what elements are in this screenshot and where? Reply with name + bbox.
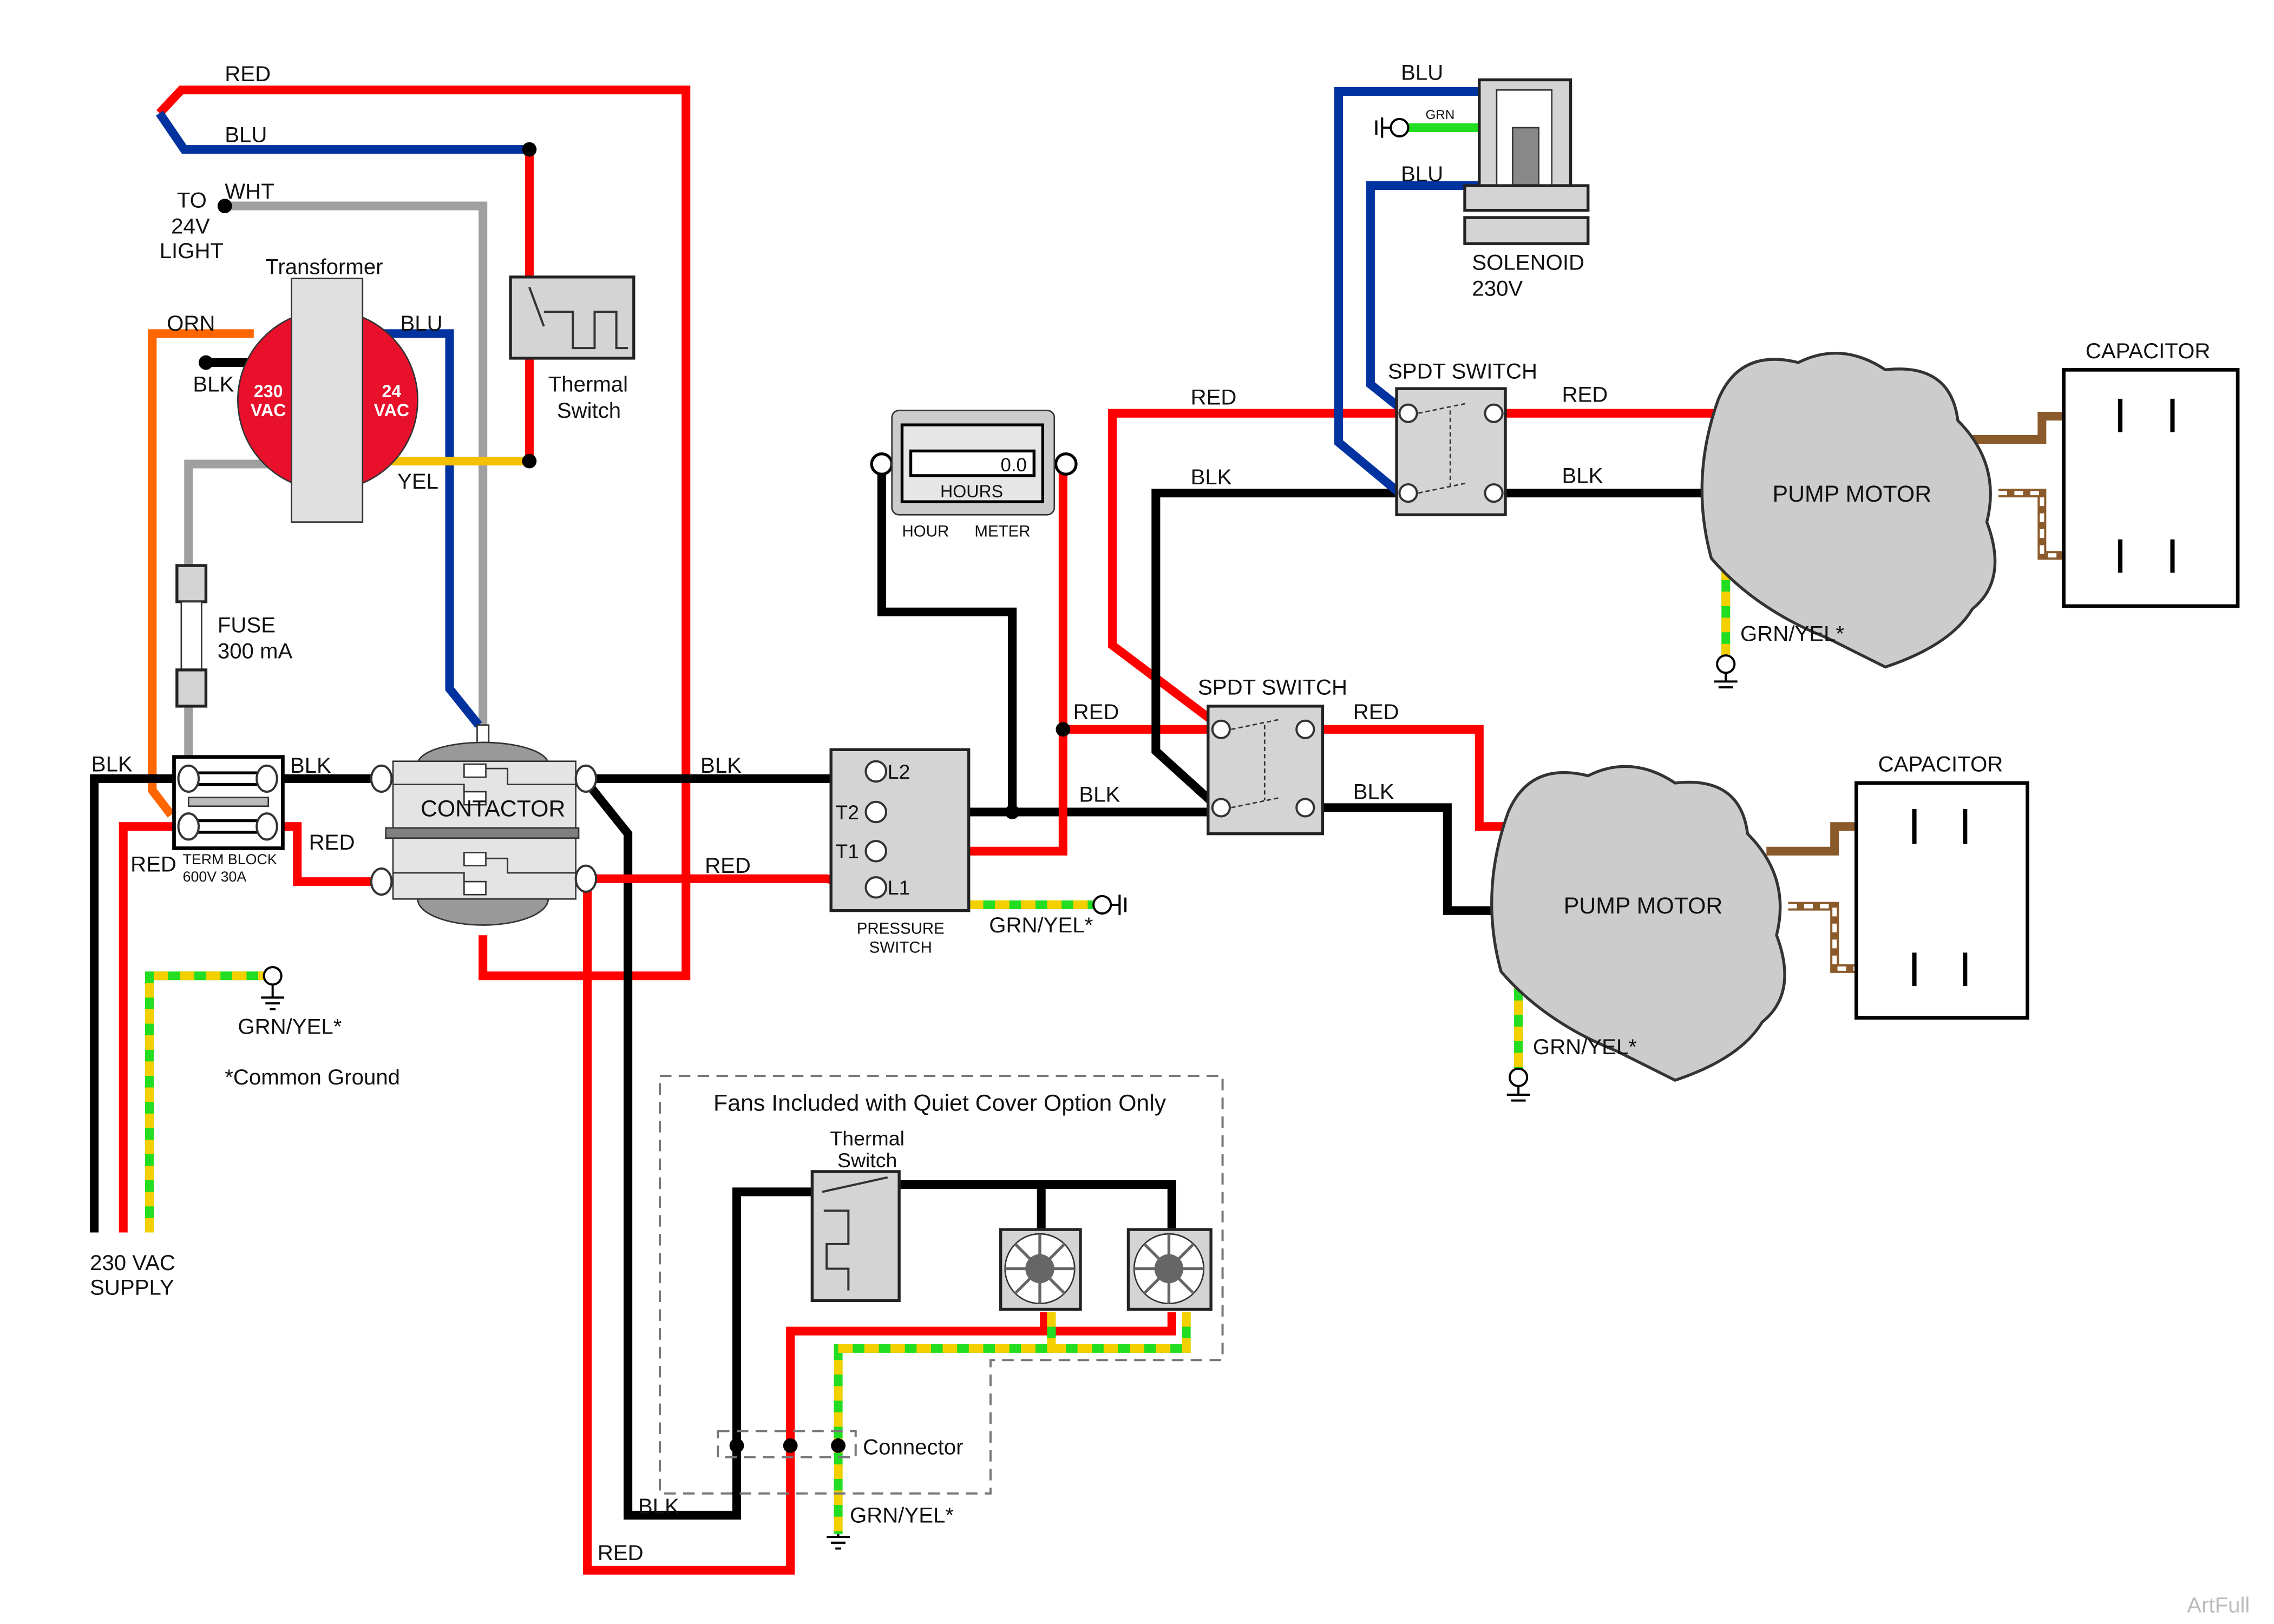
pump2-label: PUMP MOTOR — [1564, 893, 1723, 919]
ground-label: GRN/YEL* — [850, 1503, 954, 1527]
pump-motor-2: PUMP MOTOR — [1490, 765, 1786, 1082]
label: BLK — [91, 752, 133, 776]
ground-label: GRN/YEL* — [989, 913, 1093, 937]
solenoid-label: SOLENOID — [1472, 250, 1584, 274]
fan-icon — [999, 1228, 1082, 1311]
label: BLU — [400, 311, 442, 336]
wire-blu-top — [156, 110, 529, 154]
label: BLK — [1353, 779, 1394, 804]
label: GRN — [1426, 108, 1455, 122]
fans-option: Fans Included with Quiet Cover Option On… — [659, 1075, 1224, 1495]
ground-icon-fan — [827, 1534, 850, 1550]
fuse-label: FUSE — [218, 613, 276, 637]
label: BLK — [193, 372, 234, 397]
pressure-switch-label2: SWITCH — [869, 938, 932, 956]
terminal-l2: L2 — [888, 760, 910, 783]
ground-icon-m1 — [1714, 654, 1738, 689]
spdt2-label: SPDT SWITCH — [1198, 675, 1347, 699]
connector-label: Connector — [863, 1435, 963, 1459]
supply-label: 230 VAC — [90, 1251, 175, 1275]
label: BLU — [225, 123, 267, 147]
ground-icon-sol — [1375, 117, 1410, 138]
label: RED — [1562, 382, 1608, 406]
wire-blk-ct — [584, 774, 870, 1520]
label: YEL — [397, 469, 438, 494]
label: RED — [225, 62, 271, 86]
hour-meter-unit: HOURS — [940, 482, 1003, 501]
hour-meter-label1: HOUR — [902, 522, 949, 540]
fuse-rating: 300 mA — [218, 639, 293, 663]
label: BLU — [1401, 60, 1443, 84]
ground-label: GRN/YEL* — [238, 1014, 342, 1038]
label: RED — [1191, 385, 1237, 410]
capacitor-1: CAPACITOR — [2062, 339, 2240, 608]
pump1-label: PUMP MOTOR — [1772, 481, 1931, 507]
spdt1-label: SPDT SWITCH — [1388, 359, 1537, 383]
label: BLK — [1562, 463, 1603, 488]
wire-blk-sw2 — [1312, 803, 1497, 915]
label: BLK — [638, 1494, 679, 1518]
cap1-label: CAPACITOR — [2086, 339, 2211, 363]
fuse: FUSE 300 mA — [175, 564, 293, 708]
light-label: LIGHT — [160, 239, 224, 263]
label: WHT — [225, 179, 274, 203]
pressure-switch: L2 T2 T1 L1 PRESSURE SWITCH — [829, 748, 971, 956]
solenoid: SOLENOID 230V — [1463, 78, 1590, 301]
transformer-title: Transformer — [265, 255, 383, 279]
terminal-t2: T2 — [835, 801, 859, 824]
label: RED — [598, 1541, 644, 1565]
pump-motor-1: PUMP MOTOR — [1700, 352, 1997, 669]
solenoid-voltage: 230V — [1472, 277, 1523, 301]
contactor: CONTACTOR — [370, 724, 598, 926]
label: BLK — [1191, 465, 1232, 489]
fan-thermal-label: Thermal — [830, 1127, 905, 1150]
capacitor-2: CAPACITOR — [1854, 752, 2029, 1020]
primary-unit: VAC — [251, 400, 286, 420]
hour-meter-label2: METER — [974, 522, 1030, 540]
common-ground-note: *Common Ground — [225, 1065, 400, 1089]
fan-thermal-label2: Switch — [837, 1149, 897, 1172]
light-label: 24V — [171, 214, 210, 238]
label: RED — [705, 853, 751, 878]
term-block-label: TERM BLOCK — [183, 851, 277, 867]
cap2-label: CAPACITOR — [1878, 752, 2003, 776]
term-block: TERM BLOCK 600V 30A — [172, 755, 285, 885]
label: ORN — [167, 311, 215, 336]
secondary-voltage: 24 — [382, 382, 402, 401]
thermal-switch-label2: Switch — [557, 398, 621, 423]
label: RED — [309, 830, 355, 854]
label: BLK — [1079, 783, 1120, 807]
transformer: Transformer 230 VAC 24 VAC — [237, 255, 418, 523]
label: RED — [130, 852, 176, 876]
primary-voltage: 230 — [254, 382, 283, 401]
ground-icon-ps — [1092, 895, 1127, 915]
fan-icon — [1126, 1228, 1213, 1311]
thermal-switch-label: Thermal — [548, 372, 628, 397]
hour-meter-display: 0.0 — [1000, 455, 1026, 476]
ground-icon-m2 — [1506, 1067, 1530, 1102]
label: BLK — [290, 753, 331, 778]
ground-label: GRN/YEL* — [1533, 1035, 1637, 1059]
wiring-diagram: Transformer 230 VAC 24 VAC Thermal Switc… — [90, 60, 2250, 1617]
supply-label: SUPPLY — [90, 1275, 174, 1300]
wire-blk-fan — [892, 1180, 1176, 1230]
pressure-switch-label: PRESSURE — [857, 920, 945, 938]
watermark: ArtFull — [2187, 1593, 2250, 1617]
ground-label: GRN/YEL* — [1740, 621, 1844, 646]
ground-icon-main — [261, 966, 285, 1010]
terminal-l1: L1 — [888, 876, 910, 899]
light-label: TO — [177, 188, 207, 212]
hour-meter: 0.0 HOURS HOUR METER — [870, 410, 1078, 540]
label: RED — [1073, 700, 1119, 724]
terminal-t1: T1 — [835, 840, 859, 863]
secondary-unit: VAC — [374, 400, 409, 420]
label: BLK — [700, 753, 742, 778]
term-block-rating: 600V 30A — [183, 869, 247, 885]
contactor-label: CONTACTOR — [421, 796, 565, 822]
label: RED — [1353, 700, 1399, 724]
label: BLU — [1401, 162, 1443, 186]
wire-gray-fuse — [184, 459, 298, 757]
fans-box-title: Fans Included with Quiet Cover Option On… — [713, 1090, 1167, 1116]
